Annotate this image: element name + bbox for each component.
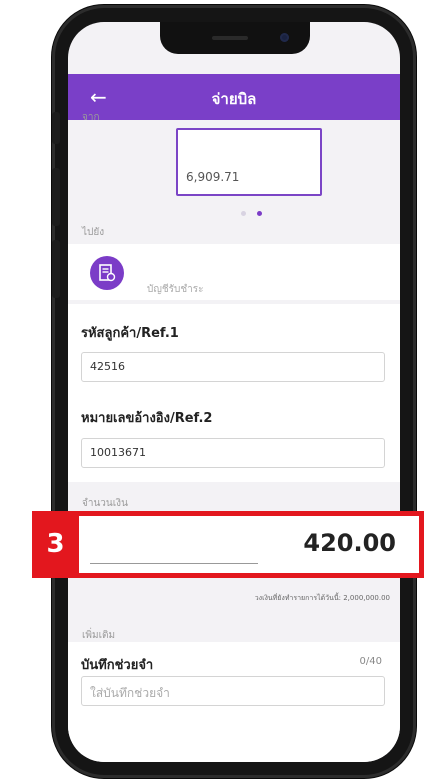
account-balance: 6,909.71 [186, 170, 240, 184]
ref1-label: รหัสลูกค้า/Ref.1 [81, 326, 179, 341]
phone-volume-down-button [52, 240, 60, 298]
speaker-grill [212, 36, 248, 40]
step-highlight-box [32, 511, 424, 578]
ref2-label: หมายเลขอ้างอิง/Ref.2 [81, 411, 213, 426]
phone-side-button [52, 112, 60, 144]
page-title: จ่ายบิล [211, 90, 257, 108]
note-placeholder: ใส่บันทึกช่วยจำ [90, 686, 170, 700]
carousel-dot[interactable] [241, 211, 246, 216]
note-label: บันทึกช่วยจำ [81, 658, 154, 673]
ref1-input[interactable]: 42516 [81, 352, 385, 382]
note-char-counter: 0/40 [359, 656, 382, 667]
phone-notch [160, 22, 310, 54]
ref1-value: 42516 [90, 360, 125, 373]
ref2-value: 10013671 [90, 446, 146, 459]
carousel-dots [238, 201, 265, 220]
extra-section-label: เพิ่มเติม [82, 630, 116, 641]
daily-limit-text: วงเงินที่ยังทำรายการได้วันนี้: 2,000,000… [254, 594, 390, 602]
app-bar: ← จ่ายบิล [68, 74, 400, 120]
source-account-card[interactable]: 6,909.71 [176, 128, 322, 196]
phone-volume-up-button [52, 168, 60, 226]
ref2-input[interactable]: 10013671 [81, 438, 385, 468]
to-section-label: ไปยัง [82, 227, 105, 238]
biller-placeholder: บัญชีรับชำระ [147, 284, 204, 295]
front-camera [280, 33, 289, 42]
phone-screen: ← จ่ายบิล จาก 6,909.71 ไปยัง บัญชีรับชำร… [68, 22, 400, 762]
step-number-badge: 3 [32, 511, 79, 578]
bill-document-icon [99, 264, 116, 282]
carousel-dot-active[interactable] [257, 211, 263, 216]
from-section-label: จาก [82, 112, 100, 123]
amount-section-label: จำนวนเงิน [82, 498, 128, 509]
biller-icon [90, 256, 124, 290]
note-input[interactable]: ใส่บันทึกช่วยจำ [81, 676, 385, 706]
